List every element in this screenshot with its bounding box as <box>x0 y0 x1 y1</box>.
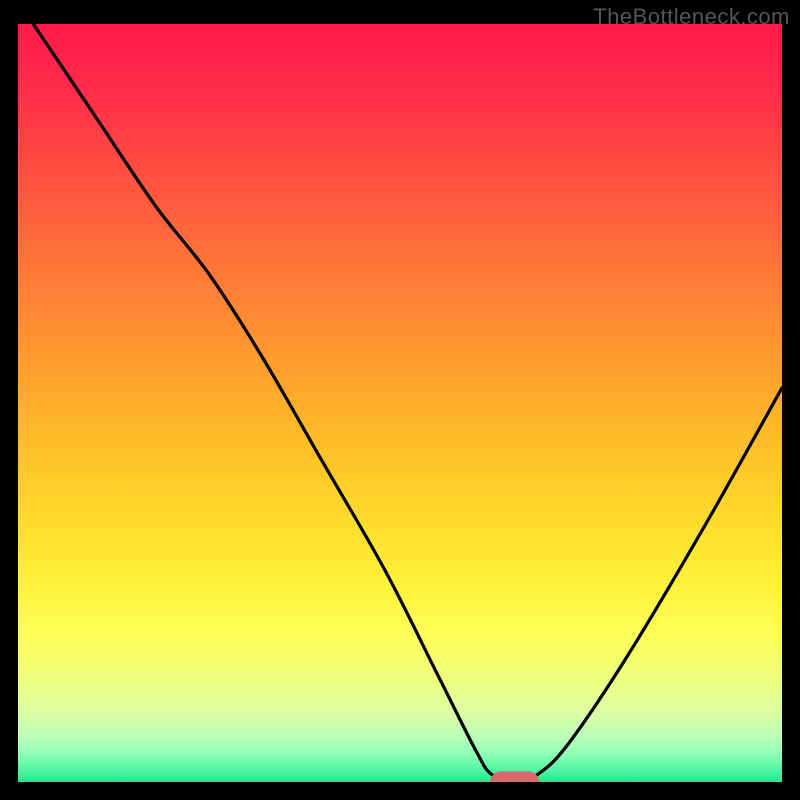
plot-area <box>18 24 782 782</box>
watermark-text: TheBottleneck.com <box>593 4 790 30</box>
gradient-rect <box>18 24 782 782</box>
optimal-marker <box>490 771 539 782</box>
chart-frame: TheBottleneck.com <box>0 0 800 800</box>
bottleneck-chart <box>18 24 782 782</box>
